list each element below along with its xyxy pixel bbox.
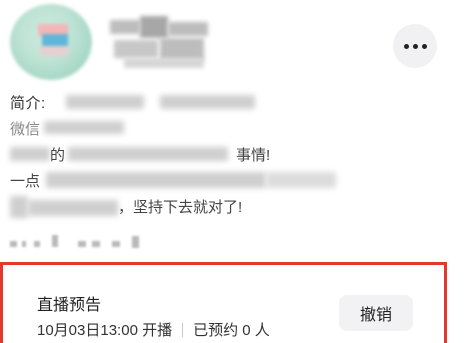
live-notice-card: 直播预告 10月03日13:00 开播 已预约 0 人 撤销 [0, 262, 447, 343]
redacted-text [10, 196, 28, 218]
bio-fragment: 事情! [236, 147, 271, 164]
bio-fragment: 微信 [10, 121, 41, 138]
bio-fragment: ，坚持下去就对了! [118, 199, 243, 216]
redacted-text [66, 95, 144, 109]
bio-label: 简介: [10, 95, 46, 112]
bio-fragment: 一点 [10, 173, 41, 190]
more-horizontal-icon [403, 43, 409, 49]
redacted-text [46, 172, 266, 188]
profile-name-redacted [110, 12, 210, 72]
live-start-time: 10月03日13:00 开播 [37, 322, 173, 339]
reservation-count: 已预约 0 人 [193, 322, 270, 339]
live-notice-meta: 10月03日13:00 开播 已预约 0 人 [37, 319, 270, 340]
redacted-text [266, 172, 336, 188]
meta-divider [182, 322, 184, 337]
cancel-reservation-button[interactable]: 撤销 [339, 295, 413, 331]
redacted-text [28, 200, 118, 216]
avatar[interactable] [10, 4, 92, 80]
redacted-text [44, 121, 124, 134]
redacted-text [68, 147, 228, 161]
redacted-text [10, 147, 50, 161]
redacted-text [160, 95, 255, 109]
more-options-button[interactable] [393, 24, 437, 68]
bio-fragment: 的 [50, 147, 66, 164]
live-notice-title: 直播预告 [37, 297, 102, 314]
